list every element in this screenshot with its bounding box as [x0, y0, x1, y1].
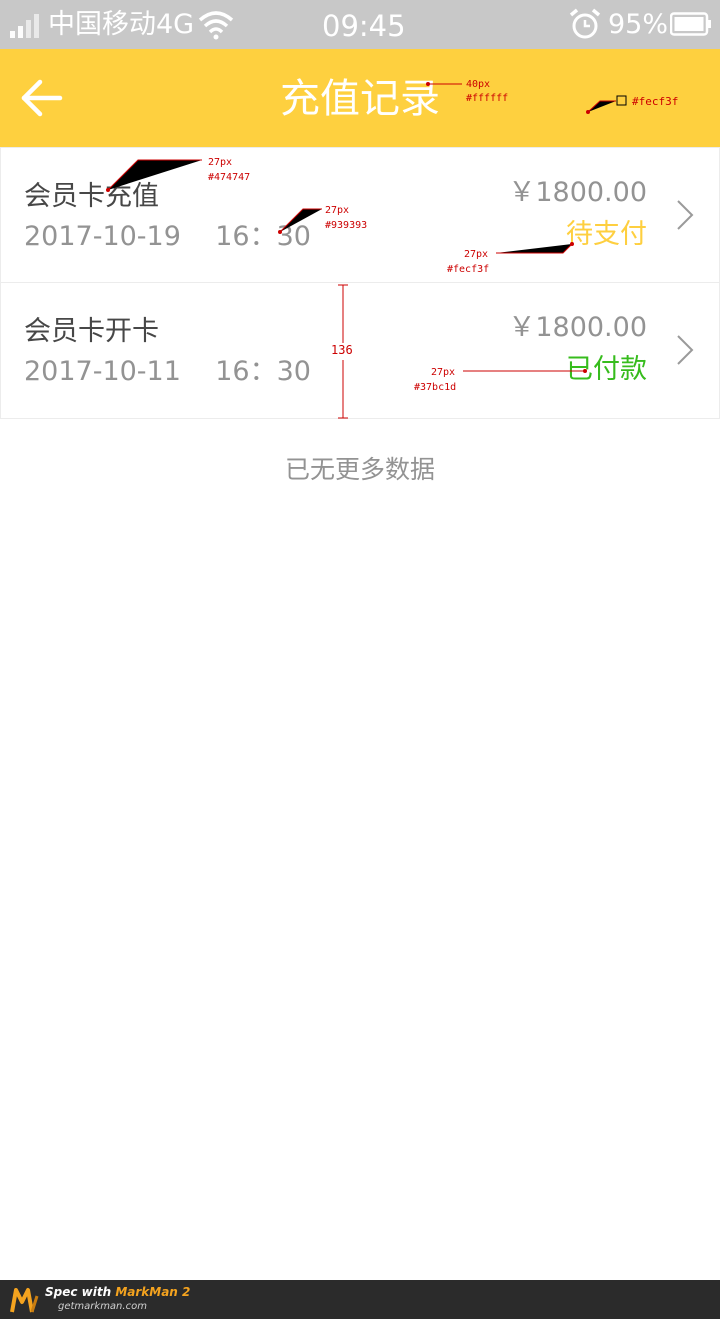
- record-amount: ￥1800.00: [508, 312, 647, 343]
- status-bar: 中国移动4G 09:45 95%: [0, 0, 720, 49]
- annotation-paid-color: #37bc1d: [414, 382, 457, 393]
- record-status-paid: 已付款: [566, 354, 647, 385]
- record-item[interactable]: 会员卡开卡 2017-10-11 16：30 ￥1800.00 已付款: [0, 283, 720, 419]
- footer-site: getmarkman.com: [58, 1301, 147, 1312]
- markman-logo-icon: [10, 1288, 39, 1313]
- clock-time: 09:45: [322, 9, 406, 43]
- no-more-data-text: 已无更多数据: [284, 455, 435, 484]
- battery-percent: 95%: [608, 9, 669, 40]
- record-list: 会员卡充值 2017-10-19 16：30 ￥1800.00 待支付 会员卡开…: [0, 147, 720, 419]
- footer-spec-text: Spec with MarkMan 2: [45, 1285, 190, 1300]
- record-status-pending: 待支付: [566, 219, 647, 250]
- signal-icon: [10, 12, 40, 38]
- chevron-right-icon: [677, 200, 694, 230]
- chevron-right-icon: [677, 335, 694, 365]
- footer-spec-prefix: Spec with: [45, 1285, 116, 1299]
- top-header: 充值记录: [0, 49, 720, 147]
- battery-icon: [670, 12, 711, 36]
- record-datetime: 2017-10-19 16：30: [24, 221, 311, 252]
- page-title: 充值记录: [280, 76, 440, 122]
- annotation-row-height: 136: [331, 343, 353, 357]
- wifi-icon: [198, 11, 234, 40]
- record-title: 会员卡开卡: [24, 316, 159, 347]
- annotation-title-color: #ffffff: [466, 93, 509, 104]
- annotation-pending-size: 27px: [464, 249, 489, 260]
- annotation-date-color: #939393: [325, 220, 368, 231]
- alarm-icon: [569, 8, 601, 39]
- annotation-pending-color: #fecf3f: [447, 264, 490, 275]
- markman-footer: Spec with MarkMan 2 getmarkman.com: [0, 1280, 720, 1319]
- record-title: 会员卡充值: [24, 181, 159, 212]
- annotation-paid-size: 27px: [431, 367, 456, 378]
- record-datetime: 2017-10-11 16：30: [24, 356, 311, 387]
- annotation-row-title-size: 27px: [208, 157, 233, 168]
- annotation-header-color: #fecf3f: [632, 95, 679, 108]
- annotation-title-size: 40px: [466, 79, 491, 90]
- footer-brand: MarkMan 2: [115, 1285, 191, 1299]
- record-amount: ￥1800.00: [508, 177, 647, 208]
- carrier-label: 中国移动4G: [48, 9, 195, 40]
- annotation-date-size: 27px: [325, 205, 350, 216]
- record-item[interactable]: 会员卡充值 2017-10-19 16：30 ￥1800.00 待支付: [0, 147, 720, 283]
- annotation-row-title-color: #474747: [208, 172, 251, 183]
